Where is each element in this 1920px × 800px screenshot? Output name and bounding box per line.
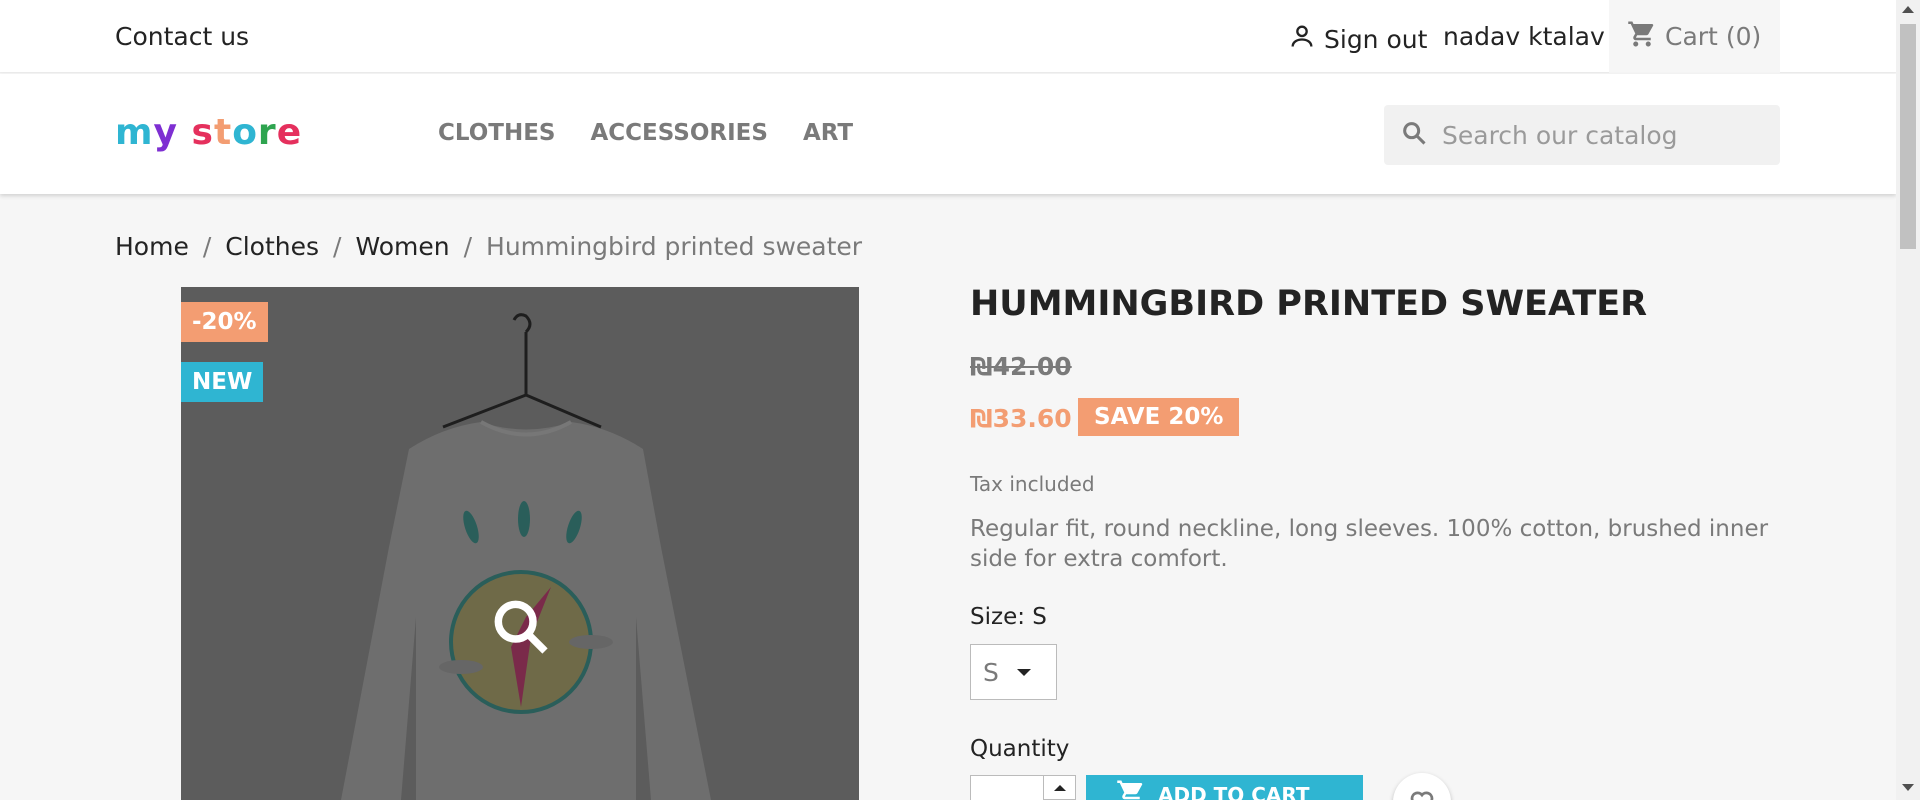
quantity-increase-button[interactable] — [1043, 775, 1076, 800]
search-input[interactable] — [1442, 120, 1762, 150]
nav-clothes[interactable]: CLOTHES — [438, 120, 555, 146]
page-scrollbar[interactable] — [1896, 0, 1920, 800]
cart-count: (0) — [1725, 22, 1762, 51]
main-nav: CLOTHES ACCESSORIES ART — [438, 120, 853, 146]
breadcrumb-current: Hummingbird printed sweater — [486, 232, 863, 261]
size-select[interactable]: S — [970, 644, 1057, 700]
sign-out-label: Sign out — [1324, 24, 1428, 54]
breadcrumb-separator: / — [333, 232, 342, 261]
size-select-value: S — [983, 657, 999, 687]
quantity-label: Quantity — [970, 736, 1070, 762]
cart-button[interactable]: Cart (0) — [1609, 0, 1780, 73]
scrollbar-thumb[interactable] — [1900, 24, 1916, 249]
save-badge: SAVE 20% — [1078, 398, 1240, 436]
contact-us-link[interactable]: Contact us — [115, 22, 249, 51]
chevron-up-icon — [1053, 784, 1066, 791]
size-label: Size: S — [970, 604, 1047, 630]
discount-badge: -20% — [181, 302, 268, 342]
user-icon — [1288, 22, 1316, 56]
top-bar: Contact us Sign out nadav ktalav Cart (0… — [0, 0, 1896, 73]
scroll-down-arrow-icon[interactable] — [1902, 784, 1914, 791]
sweater-illustration — [181, 287, 859, 800]
sign-out-link[interactable]: Sign out — [1288, 22, 1427, 56]
breadcrumb-women[interactable]: Women — [355, 232, 449, 261]
product-image[interactable] — [181, 287, 859, 800]
tax-label: Tax included — [970, 472, 1095, 496]
breadcrumb-clothes[interactable]: Clothes — [225, 232, 319, 261]
cart-label: Cart — [1665, 22, 1718, 51]
product-title: HUMMINGBIRD PRINTED SWEATER — [970, 284, 1648, 324]
nav-art[interactable]: ART — [803, 120, 853, 146]
product-description: Regular fit, round neckline, long sleeve… — [970, 516, 1769, 572]
breadcrumb-separator: / — [202, 232, 212, 261]
caret-down-icon — [1016, 668, 1031, 676]
cart-icon — [1116, 778, 1146, 800]
quantity-input[interactable] — [970, 775, 1046, 800]
search-box — [1384, 105, 1780, 165]
breadcrumb: Home / Clothes / Women / Hummingbird pri… — [115, 232, 862, 261]
add-to-cart-label: ADD TO CART — [1158, 783, 1310, 800]
regular-price: ₪42.00 — [970, 352, 1072, 381]
breadcrumb-home[interactable]: Home — [115, 232, 189, 261]
wishlist-button[interactable] — [1393, 773, 1451, 800]
nav-accessories[interactable]: ACCESSORIES — [590, 120, 767, 146]
heart-icon — [1407, 787, 1437, 800]
scroll-up-arrow-icon[interactable] — [1902, 6, 1914, 13]
account-name-link[interactable]: nadav ktalav — [1443, 22, 1605, 51]
new-badge: NEW — [181, 362, 264, 402]
search-icon[interactable] — [1400, 119, 1428, 151]
store-logo[interactable]: my store — [115, 112, 302, 153]
main-header: my store CLOTHES ACCESSORIES ART — [0, 74, 1896, 194]
add-to-cart-button[interactable]: ADD TO CART — [1086, 775, 1363, 800]
breadcrumb-separator: / — [463, 232, 473, 261]
cart-icon — [1627, 19, 1657, 55]
current-price: ₪33.60 — [970, 404, 1072, 433]
zoom-icon[interactable] — [489, 595, 553, 663]
